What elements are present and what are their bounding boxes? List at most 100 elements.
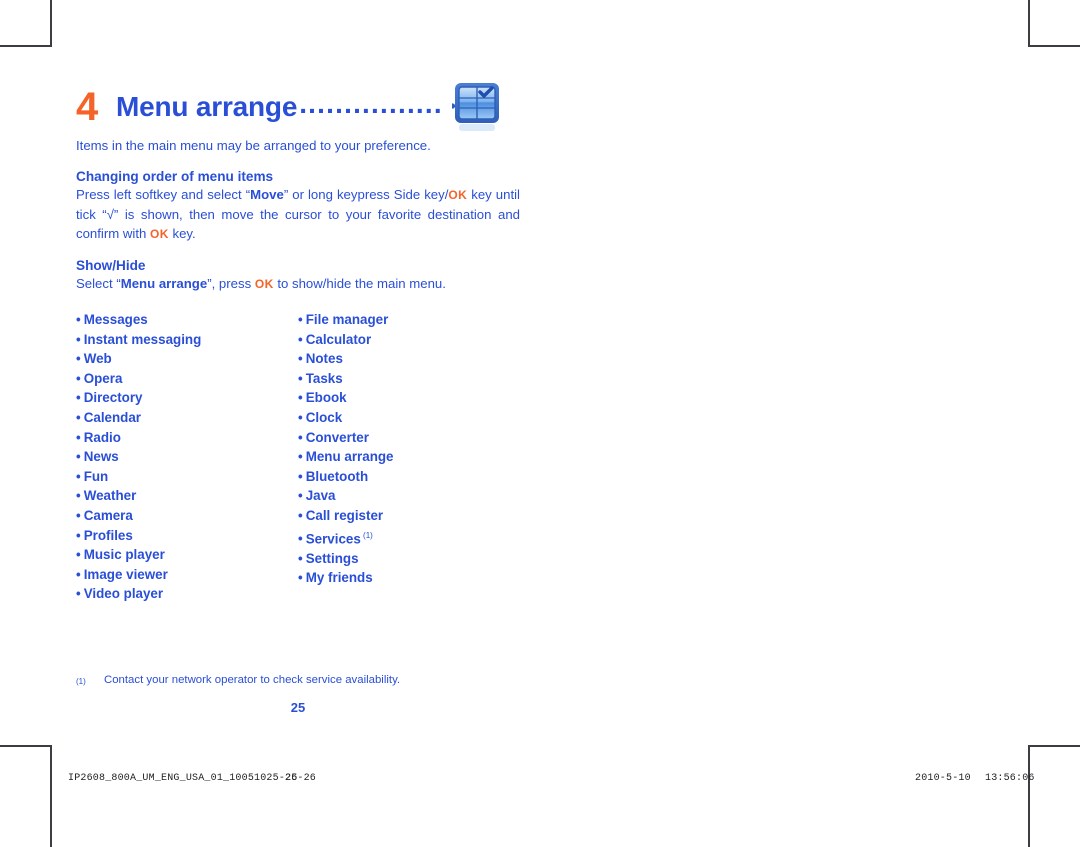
menu-list-item: • Fun [76, 467, 298, 487]
bullet-icon: • [298, 507, 303, 523]
print-filename: IP2608_800A_UM_ENG_USA_01_10051025-26 [68, 773, 298, 784]
bullet-icon: • [76, 527, 81, 543]
co-bold-move: Move [250, 187, 284, 202]
menu-list-item-label: Java [305, 488, 336, 504]
menu-list-item-label: Opera [83, 370, 123, 386]
menu-list-item-label: Profiles [83, 527, 133, 543]
menu-list-item: • Messages [76, 310, 298, 330]
menu-list-item: • Calendar [76, 408, 298, 428]
menu-list-item: • Music player [76, 545, 298, 565]
menu-list-item-label: File manager [305, 312, 389, 327]
menu-list-item: • My friends [298, 568, 520, 588]
sh-text-3: to show/hide the main menu. [273, 276, 446, 291]
menu-list-item-label: Video player [83, 586, 164, 602]
bullet-icon: • [76, 449, 81, 465]
menu-item-columns: • Messages • Instant messaging • Web • Opera • Di… [76, 310, 520, 604]
menu-list-item: • Opera [76, 369, 298, 389]
menu-list-item-label: Settings [305, 550, 359, 566]
menu-list-item-label: Calculator [305, 331, 372, 347]
sh-text-1: Select “ [76, 276, 121, 291]
bullet-icon: • [298, 351, 303, 367]
bullet-icon: • [76, 429, 81, 445]
bullet-icon: • [298, 370, 303, 386]
menu-list-item: • Services (1) [298, 526, 520, 549]
sh-bold-menu-arrange: Menu arrange [120, 276, 208, 291]
bullet-icon: • [298, 390, 303, 406]
page-title: Menu arrange [116, 91, 298, 122]
print-info-bar: IP2608_800A_UM_ENG_USA_01_10051025-26 25… [0, 761, 1080, 797]
menu-list-item: • Image viewer [76, 565, 298, 585]
menu-list-item: • Clock [298, 408, 520, 428]
menu-list-item: • Weather [76, 486, 298, 506]
bullet-icon: • [76, 488, 81, 504]
bullet-icon: • [298, 409, 303, 425]
chapter-number: 4 [76, 85, 99, 129]
chapter-heading-menu-arrange: 4 Menu arrange ................ [76, 78, 520, 136]
page-spread: 4 Menu arrange ................ Items in… [0, 0, 1080, 760]
bullet-icon: • [298, 429, 303, 445]
heading-changing-order: Changing order of menu items [76, 169, 274, 184]
ok-key-glyph: OK [448, 188, 468, 202]
sh-text-2: ”, press [207, 276, 255, 291]
menu-list-item-label: Camera [83, 507, 133, 523]
page-right: 5 Messages ...................... [540, 0, 1080, 760]
menu-list-item-label: Bluetooth [305, 468, 369, 484]
menu-list-item: • Directory [76, 388, 298, 408]
heading-show-hide: Show/Hide [76, 258, 146, 273]
menu-list-item-label: Weather [83, 488, 137, 504]
menu-column-right: • File manager • Calculator • Notes • Tasks • Ebo… [298, 310, 520, 604]
menu-list-item: • Video player [76, 584, 298, 604]
footnote-text: Contact your network operator to check s… [104, 674, 401, 686]
menu-list-item-label: Menu arrange [305, 449, 394, 465]
co-text-1: Press left softkey and select “ [76, 187, 251, 202]
menu-list-item-label: News [83, 449, 119, 465]
menu-list-item-label: Directory [83, 390, 143, 406]
menu-list-item: • Settings [298, 549, 520, 569]
menu-list-item: • File manager [298, 310, 520, 330]
co-text-2: ” or long keypress Side key/ [283, 187, 449, 202]
bullet-icon: • [76, 390, 81, 406]
bullet-icon: • [76, 409, 81, 425]
menu-arrange-icon [449, 80, 506, 134]
menu-list-item: • Menu arrange [298, 447, 520, 467]
menu-list-item: • Ebook [298, 388, 520, 408]
ok-key-glyph: OK [150, 227, 169, 241]
bullet-icon: • [298, 531, 303, 546]
menu-list-item-label: Tasks [305, 370, 343, 386]
menu-list-item-label: Services [305, 531, 361, 546]
bullet-icon: • [298, 570, 303, 586]
menu-list-item-label: Call register [305, 507, 384, 523]
menu-list-item: • Java [298, 486, 520, 506]
co-text-4: key. [168, 226, 196, 241]
menu-list-item-label: Messages [83, 312, 148, 327]
ok-key-glyph: OK [254, 277, 274, 291]
menu-list-item: • Profiles [76, 526, 298, 546]
menu-list-item: • Converter [298, 428, 520, 448]
menu-list-item-label: Web [83, 351, 112, 367]
menu-list-item-label: Ebook [305, 390, 347, 406]
menu-list-item-label: Image viewer [83, 566, 168, 582]
bullet-icon: • [298, 468, 303, 484]
bullet-icon: • [298, 488, 303, 504]
intro-paragraph: Items in the main menu may be arranged t… [76, 138, 431, 153]
bullet-icon: • [76, 468, 81, 484]
bullet-icon: • [298, 550, 303, 566]
bullet-icon: • [76, 351, 81, 367]
menu-list-item: • Web [76, 349, 298, 369]
menu-list-item: • Instant messaging [76, 330, 298, 350]
bullet-icon: • [76, 312, 81, 327]
menu-list-item: • Notes [298, 349, 520, 369]
bullet-icon: • [76, 331, 81, 347]
bullet-icon: • [76, 370, 81, 386]
menu-list-item: • Radio [76, 428, 298, 448]
paragraph-changing-order: Press left softkey and select “Move” or … [76, 185, 520, 244]
footnote-marker: (1) [76, 677, 86, 686]
menu-list-item: • Calculator [298, 330, 520, 350]
menu-list-item: • Tasks [298, 369, 520, 389]
menu-list-item-footnote: (1) [360, 530, 373, 540]
bullet-icon: • [298, 331, 303, 347]
print-date: 2010-5-10 [915, 773, 971, 784]
menu-list-item-label: Radio [83, 429, 121, 445]
paragraph-show-hide: Select “Menu arrange”, press OK to show/… [76, 274, 520, 294]
bullet-icon: • [76, 547, 81, 563]
